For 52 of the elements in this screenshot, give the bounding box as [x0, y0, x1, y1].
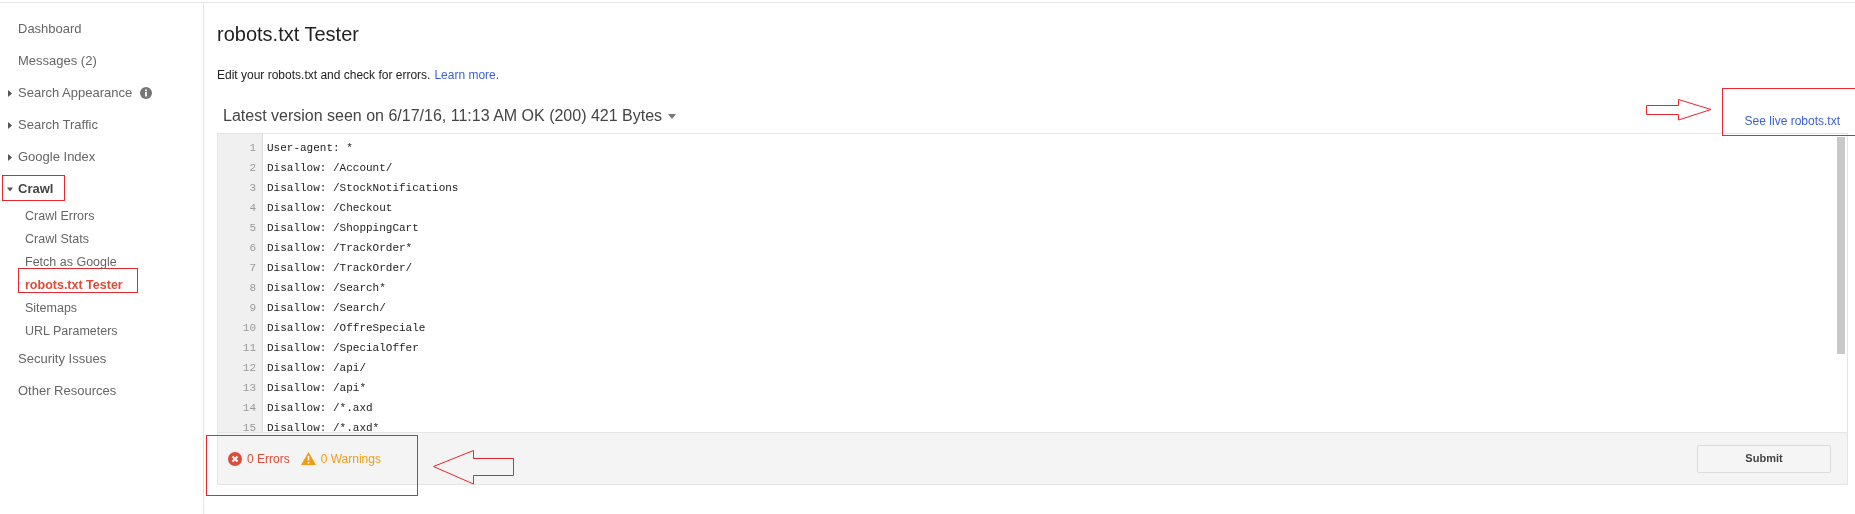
description-text: Edit your robots.txt and check for errors.: [217, 67, 431, 83]
nav-item[interactable]: Search Appearance: [7, 83, 133, 103]
line-number: 3: [248, 181, 257, 196]
nav-item[interactable]: Other Resources: [18, 381, 117, 401]
code-line: Disallow: /Search/: [267, 301, 386, 316]
line-number: 4: [248, 201, 257, 216]
line-number: 1: [248, 141, 257, 156]
line-number: 6: [248, 241, 257, 256]
submit-button[interactable]: Submit: [1697, 444, 1831, 473]
warnings-count: 0 Warnings: [320, 450, 381, 468]
line-number: 2: [248, 161, 257, 176]
code-line: Disallow: /Account/: [267, 161, 393, 176]
code-line: User-agent: *: [267, 141, 353, 156]
code-line: Disallow: /*.axd: [267, 401, 373, 416]
code-line: Disallow: /ShoppingCart: [267, 221, 419, 236]
line-number: 11: [241, 341, 257, 356]
nav-subitem[interactable]: Fetch as Google: [25, 253, 117, 272]
line-number: 8: [248, 281, 257, 296]
code-line: Disallow: /api*: [267, 381, 367, 396]
errors-count: 0 Errors: [247, 450, 290, 468]
code-line: Disallow: /TrackOrder*: [267, 241, 413, 256]
code-line: Disallow: /StockNotifications: [267, 181, 459, 196]
line-number: 12: [241, 361, 257, 376]
code-line: Disallow: /api/: [267, 361, 367, 376]
version-dropdown[interactable]: Latest version seen on 6/17/16, 11:13 AM OK (200) 421 Bytes: [223, 104, 677, 128]
learn-more-link[interactable]: Learn more.: [434, 67, 500, 83]
line-number: 9: [248, 301, 257, 316]
nav-subitem[interactable]: Crawl Errors: [25, 207, 95, 226]
nav-subitem[interactable]: robots.txt Tester: [25, 276, 123, 295]
line-number: 7: [248, 261, 257, 276]
nav-item[interactable]: Dashboard: [18, 19, 82, 39]
nav-subitem[interactable]: Sitemaps: [25, 299, 78, 318]
nav-item[interactable]: Security Issues: [18, 349, 107, 369]
nav-item[interactable]: Google Index: [7, 147, 96, 167]
line-number: 13: [241, 381, 257, 396]
page-title: robots.txt Tester: [217, 22, 359, 47]
line-number: 10: [241, 321, 257, 336]
code-line: Disallow: /OffreSpeciale: [267, 321, 426, 336]
line-number: 14: [241, 401, 257, 416]
see-live-link[interactable]: See live robots.txt: [1744, 112, 1840, 130]
nav-subitem[interactable]: URL Parameters: [25, 322, 118, 341]
code-line: Disallow: /SpecialOffer: [267, 341, 419, 356]
code-line: Disallow: /Checkout: [267, 201, 393, 216]
line-number: 15: [241, 421, 257, 432]
nav-item[interactable]: Search Traffic: [7, 115, 98, 135]
code-line: Disallow: /Search*: [267, 281, 386, 296]
code-line: Disallow: /TrackOrder/: [267, 261, 413, 276]
nav-subitem[interactable]: Crawl Stats: [25, 230, 89, 249]
nav-item[interactable]: Messages (2): [18, 51, 97, 71]
code-line: Disallow: /*.axd*: [267, 421, 380, 432]
line-number: 5: [248, 221, 257, 236]
nav-item[interactable]: Crawl: [7, 179, 54, 199]
